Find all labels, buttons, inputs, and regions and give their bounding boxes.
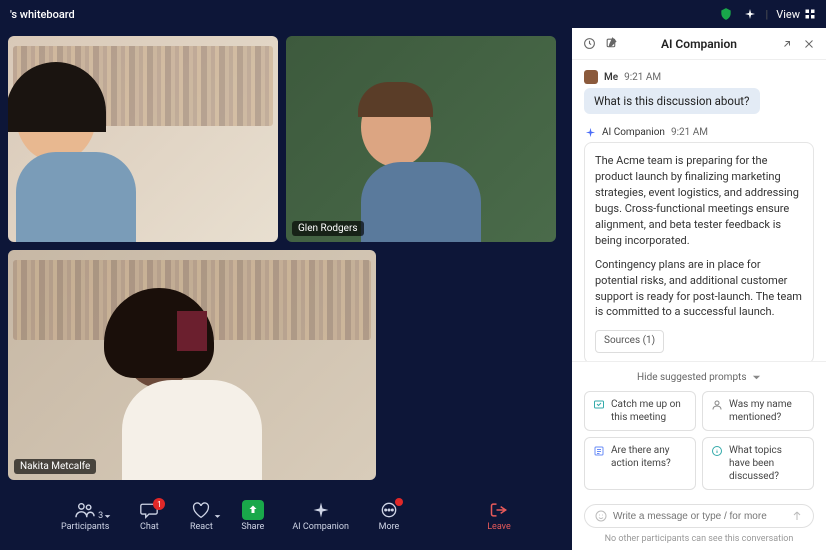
more-button[interactable]: More <box>377 500 401 532</box>
user-message: What is this discussion about? <box>584 88 760 114</box>
privacy-notice: No other participants can see this conve… <box>572 534 826 550</box>
leave-button[interactable]: Leave <box>487 500 511 532</box>
emoji-icon[interactable] <box>595 510 607 522</box>
video-tile[interactable] <box>8 36 278 242</box>
sources-button[interactable]: Sources (1) <box>595 330 664 353</box>
send-icon[interactable] <box>791 510 803 522</box>
msg-time: 9:21 AM <box>624 72 661 83</box>
nav-label: Chat <box>140 522 159 532</box>
nav-label: Participants <box>61 522 109 532</box>
chat-badge: 1 <box>153 498 165 510</box>
nav-label: React <box>190 522 213 532</box>
info-icon <box>711 445 723 457</box>
topbar: 's whiteboard | View <box>0 0 826 28</box>
message-input[interactable] <box>613 511 785 522</box>
sparkle-icon[interactable] <box>742 6 758 22</box>
msg-author: Me <box>604 72 618 83</box>
grid-icon <box>804 8 816 20</box>
video-tile[interactable]: Glen Rodgers <box>286 36 556 242</box>
video-tile[interactable]: Nakita Metcalfe <box>8 250 376 480</box>
checklist-icon <box>593 445 605 457</box>
ai-paragraph: Contingency plans are in place for poten… <box>595 257 803 321</box>
suggested-prompt[interactable]: Are there any action items? <box>584 437 696 490</box>
msg-time: 9:21 AM <box>671 127 708 138</box>
compose-icon[interactable] <box>604 37 618 51</box>
ai-companion-panel: AI Companion Me 9:21 AM What is this dis… <box>572 28 826 550</box>
whiteboard-title: 's whiteboard <box>10 8 75 21</box>
ai-companion-button[interactable]: AI Companion <box>292 500 349 532</box>
msg-author: AI Companion <box>602 127 665 138</box>
popout-icon[interactable] <box>780 37 794 51</box>
nav-label: More <box>379 522 400 532</box>
participant-name: Nakita Metcalfe <box>14 459 96 474</box>
more-badge <box>395 498 403 506</box>
nav-label: Share <box>241 522 264 532</box>
panel-title: AI Companion <box>626 37 772 51</box>
suggested-prompt[interactable]: What topics have been discussed? <box>702 437 814 490</box>
suggested-prompt[interactable]: Catch me up on this meeting <box>584 391 696 431</box>
meeting-toolbar: 3 Participants 1 Chat React Share A <box>8 488 564 544</box>
view-button[interactable]: View <box>776 8 816 21</box>
share-icon <box>242 500 264 520</box>
suggested-prompt[interactable]: Was my name mentioned? <box>702 391 814 431</box>
share-button[interactable]: Share <box>241 500 264 532</box>
avatar <box>584 70 598 84</box>
nav-label: Leave <box>487 522 511 532</box>
view-label: View <box>776 8 800 21</box>
ai-paragraph: The Acme team is preparing for the produ… <box>595 153 803 249</box>
history-icon[interactable] <box>582 37 596 51</box>
sparkle-icon <box>584 126 596 138</box>
ai-message: The Acme team is preparing for the produ… <box>584 142 814 361</box>
close-icon[interactable] <box>802 37 816 51</box>
toggle-prompts-button[interactable]: Hide suggested prompts <box>584 372 814 383</box>
shield-icon[interactable] <box>718 6 734 22</box>
participant-name: Glen Rodgers <box>292 221 364 236</box>
catchup-icon <box>593 399 605 411</box>
chevron-down-icon <box>752 373 761 382</box>
nav-label: AI Companion <box>292 522 349 532</box>
chat-button[interactable]: 1 Chat <box>137 500 161 532</box>
person-icon <box>711 399 723 411</box>
participants-button[interactable]: 3 Participants <box>61 500 109 532</box>
video-grid: Glen Rodgers Nakita Metcalfe 3 Participa… <box>0 28 572 550</box>
react-button[interactable]: React <box>189 500 213 532</box>
message-input-container[interactable] <box>584 504 814 528</box>
